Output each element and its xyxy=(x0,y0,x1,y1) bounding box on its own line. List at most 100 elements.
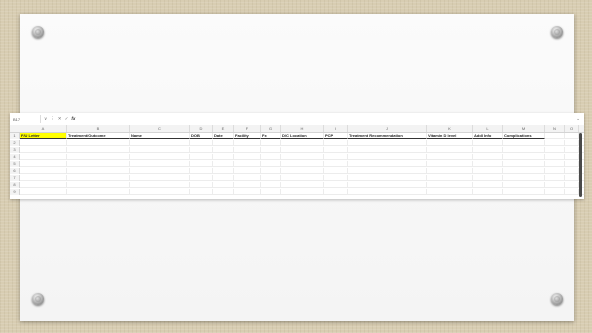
table-cell[interactable] xyxy=(427,175,473,181)
table-cell[interactable] xyxy=(348,154,427,160)
table-cell[interactable] xyxy=(281,175,324,181)
table-cell[interactable] xyxy=(234,189,261,195)
column-header-cell[interactable]: Treatment Recommendation xyxy=(348,133,427,139)
table-cell[interactable] xyxy=(565,175,579,181)
table-cell[interactable] xyxy=(348,175,427,181)
table-cell[interactable] xyxy=(473,161,503,167)
table-cell[interactable] xyxy=(427,168,473,174)
column-header-cell[interactable]: F/U Letter xyxy=(20,133,67,139)
table-cell[interactable] xyxy=(190,161,213,167)
table-cell[interactable] xyxy=(234,175,261,181)
table-cell[interactable] xyxy=(281,147,324,153)
column-letter[interactable]: M xyxy=(503,125,545,132)
row-number[interactable]: 6 xyxy=(10,168,20,174)
column-letter[interactable]: J xyxy=(348,125,427,132)
table-cell[interactable] xyxy=(67,154,130,160)
table-cell[interactable] xyxy=(473,175,503,181)
table-cell[interactable] xyxy=(348,168,427,174)
table-cell[interactable] xyxy=(565,182,579,188)
table-cell[interactable] xyxy=(545,161,565,167)
row-number[interactable]: 1 xyxy=(10,133,20,139)
table-cell[interactable] xyxy=(565,140,579,146)
column-letter[interactable]: F xyxy=(234,125,261,132)
table-cell[interactable] xyxy=(324,182,348,188)
table-cell[interactable] xyxy=(427,161,473,167)
table-cell[interactable] xyxy=(130,140,190,146)
chevron-down-icon[interactable]: ⌄ xyxy=(576,116,580,122)
table-cell[interactable] xyxy=(190,140,213,146)
table-cell[interactable] xyxy=(261,189,281,195)
row-number[interactable]: 3 xyxy=(10,147,20,153)
table-cell[interactable] xyxy=(545,168,565,174)
table-cell[interactable] xyxy=(67,189,130,195)
table-cell[interactable] xyxy=(427,154,473,160)
vertical-scrollbar[interactable] xyxy=(579,133,582,197)
table-cell[interactable] xyxy=(20,189,67,195)
table-cell[interactable] xyxy=(190,154,213,160)
table-cell[interactable] xyxy=(130,161,190,167)
table-cell[interactable] xyxy=(130,147,190,153)
table-cell[interactable] xyxy=(213,154,234,160)
more-options-icon[interactable]: ⋮ xyxy=(50,116,55,122)
table-cell[interactable] xyxy=(130,175,190,181)
table-cell[interactable] xyxy=(473,168,503,174)
table-cell[interactable] xyxy=(545,154,565,160)
row-number[interactable]: 8 xyxy=(10,182,20,188)
fx-icon[interactable]: fx xyxy=(71,116,75,122)
column-letter[interactable]: N xyxy=(545,125,565,132)
table-cell[interactable] xyxy=(190,189,213,195)
table-cell[interactable] xyxy=(261,168,281,174)
table-cell[interactable] xyxy=(213,147,234,153)
row-number[interactable]: 4 xyxy=(10,154,20,160)
table-cell[interactable] xyxy=(503,140,545,146)
table-cell[interactable] xyxy=(67,182,130,188)
column-header-cell[interactable]: Fx xyxy=(261,133,281,139)
table-cell[interactable] xyxy=(427,140,473,146)
table-cell[interactable] xyxy=(545,189,565,195)
table-cell[interactable] xyxy=(545,140,565,146)
table-cell[interactable] xyxy=(213,140,234,146)
table-cell[interactable] xyxy=(473,182,503,188)
table-cell[interactable] xyxy=(234,168,261,174)
table-cell[interactable] xyxy=(473,154,503,160)
column-header-cell[interactable]: Treatment/Outcome xyxy=(67,133,130,139)
table-cell[interactable] xyxy=(503,168,545,174)
table-cell[interactable] xyxy=(473,147,503,153)
namebox-dropdown-icon[interactable]: ∨ xyxy=(44,116,47,122)
table-cell[interactable] xyxy=(281,189,324,195)
table-cell[interactable] xyxy=(503,147,545,153)
table-cell[interactable] xyxy=(324,147,348,153)
row-number[interactable]: 2 xyxy=(10,140,20,146)
column-header-cell[interactable]: Name xyxy=(130,133,190,139)
table-cell[interactable] xyxy=(565,147,579,153)
table-cell[interactable] xyxy=(565,189,579,195)
table-cell[interactable] xyxy=(565,154,579,160)
column-letter[interactable]: A xyxy=(20,125,67,132)
table-cell[interactable] xyxy=(20,168,67,174)
table-cell[interactable] xyxy=(565,168,579,174)
table-cell[interactable] xyxy=(190,168,213,174)
column-header-cell[interactable]: Addl Info xyxy=(473,133,503,139)
column-header-cell[interactable]: Vitamin D level xyxy=(427,133,473,139)
table-cell[interactable] xyxy=(565,161,579,167)
column-header-cell[interactable]: DOB xyxy=(190,133,213,139)
table-cell[interactable] xyxy=(503,154,545,160)
table-cell[interactable] xyxy=(20,140,67,146)
table-cell[interactable] xyxy=(261,154,281,160)
table-cell[interactable] xyxy=(261,147,281,153)
table-cell[interactable] xyxy=(545,175,565,181)
table-cell[interactable] xyxy=(234,154,261,160)
column-header-cell[interactable]: PCP xyxy=(324,133,348,139)
table-cell[interactable] xyxy=(234,140,261,146)
table-cell[interactable] xyxy=(190,175,213,181)
table-cell[interactable] xyxy=(234,161,261,167)
table-cell[interactable] xyxy=(473,189,503,195)
column-header-cell[interactable] xyxy=(545,133,565,139)
row-number[interactable]: 9 xyxy=(10,189,20,195)
table-cell[interactable] xyxy=(473,140,503,146)
column-header-cell[interactable]: D/C Location xyxy=(281,133,324,139)
table-cell[interactable] xyxy=(67,140,130,146)
table-cell[interactable] xyxy=(20,182,67,188)
column-letter[interactable]: K xyxy=(427,125,473,132)
table-cell[interactable] xyxy=(67,168,130,174)
